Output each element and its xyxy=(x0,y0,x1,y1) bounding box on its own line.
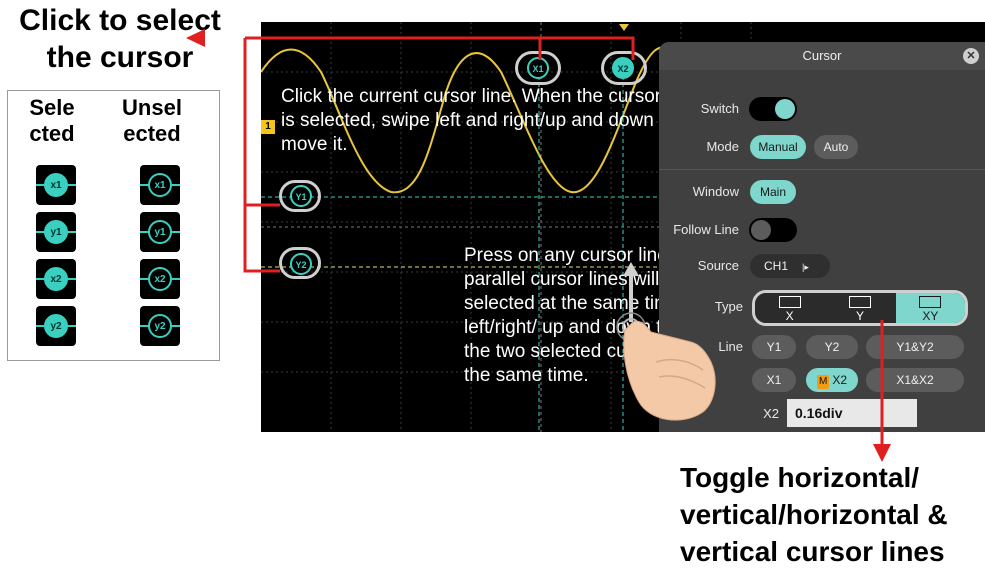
callout-toggle-cursor-lines: Toggle horizontal/ vertical/horizontal &… xyxy=(680,462,948,567)
